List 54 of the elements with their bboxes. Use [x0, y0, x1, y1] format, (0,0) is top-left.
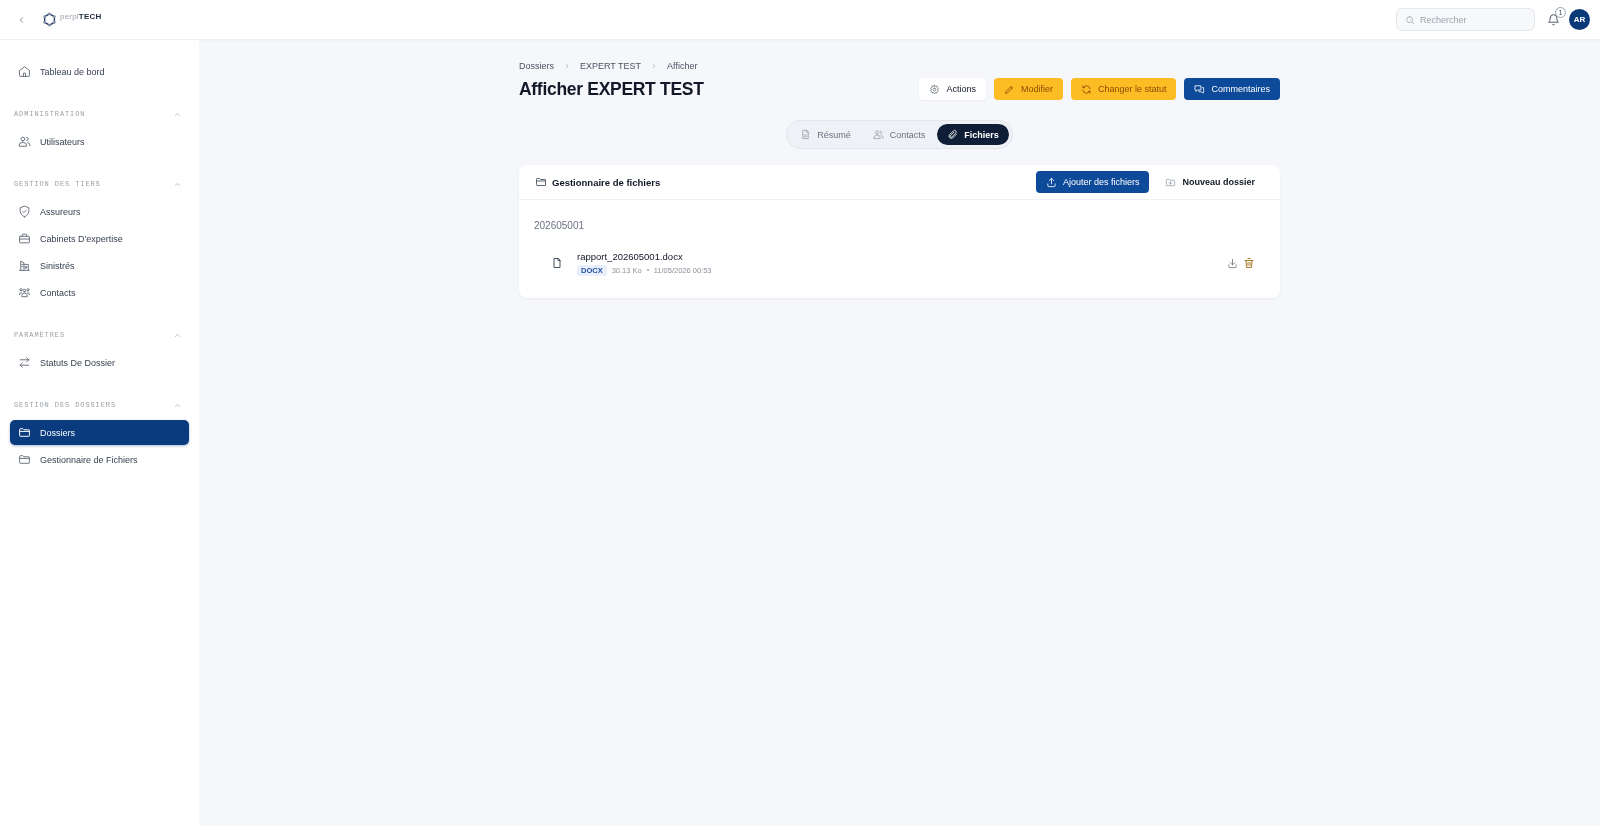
- sidebar-item[interactable]: Utilisateurs: [10, 128, 189, 155]
- sidebar-item[interactable]: Cabinets D'expertise: [10, 225, 189, 252]
- sidebar-item[interactable]: Contacts: [10, 279, 189, 306]
- tab[interactable]: Contacts: [862, 124, 936, 145]
- sidebar-item[interactable]: Gestionnaire de Fichiers: [10, 446, 189, 473]
- house-icon: [18, 65, 31, 78]
- file-manager-button[interactable]: Ajouter des fichiers: [1035, 171, 1150, 193]
- avatar[interactable]: AR: [1569, 9, 1590, 30]
- swap-arrows-icon: [18, 356, 31, 369]
- file-icon: [551, 257, 563, 269]
- refresh-icon: [1080, 83, 1092, 95]
- sidebar-item[interactable]: Assureurs: [10, 198, 189, 225]
- breadcrumb-link[interactable]: EXPERT TEST: [580, 61, 642, 71]
- search-icon: [1405, 14, 1415, 25]
- buildings-icon: [18, 259, 31, 272]
- pencil-icon: [1003, 83, 1015, 95]
- trash-icon[interactable]: [1243, 257, 1255, 269]
- card-title: Gestionnaire de fichiers: [552, 176, 661, 188]
- users-icon: [872, 129, 884, 140]
- people-group-icon: [18, 286, 31, 299]
- tab[interactable]: Résumé: [790, 124, 861, 145]
- users-icon: [18, 135, 31, 148]
- logo-text: perpiTECH: [60, 12, 102, 21]
- action-button[interactable]: Commentaires: [1184, 78, 1280, 100]
- sidebar-item[interactable]: Tableau de bord: [10, 58, 189, 85]
- search-field[interactable]: Rechercher: [1396, 8, 1535, 31]
- sidebar-item[interactable]: Sinistrés: [10, 252, 189, 279]
- folder-icon: [535, 176, 547, 188]
- sidebar-item[interactable]: Statuts De Dossier: [10, 349, 189, 376]
- tab[interactable]: Fichiers: [937, 124, 1009, 145]
- folder-icon: [18, 453, 31, 466]
- sidebar-item[interactable]: Dossiers: [10, 420, 189, 445]
- folder-icon: [18, 426, 31, 439]
- action-button[interactable]: Changer le statut: [1070, 78, 1177, 100]
- briefcase-icon: [18, 232, 31, 245]
- page-title: Afficher EXPERT TEST: [519, 78, 704, 100]
- file-name[interactable]: rapport_202605001.docx: [577, 250, 683, 263]
- action-button[interactable]: Actions: [919, 78, 986, 100]
- upload-icon: [1045, 176, 1057, 188]
- chat-bubbles-icon: [1194, 83, 1206, 95]
- action-button[interactable]: Modifier: [993, 78, 1063, 100]
- file-manager-button[interactable]: Nouveau dossier: [1155, 171, 1265, 193]
- gear-icon: [929, 83, 941, 95]
- download-icon[interactable]: [1227, 257, 1238, 269]
- chevron-right-icon: [563, 62, 571, 70]
- bell-icon[interactable]: [1547, 13, 1560, 26]
- folder-name: 202605001: [534, 220, 585, 232]
- folder-plus-icon: [1165, 176, 1177, 188]
- logo-icon: [42, 12, 57, 27]
- shield-check-icon: [18, 205, 31, 218]
- document-icon: [800, 129, 812, 140]
- breadcrumb-link[interactable]: Dossiers: [519, 61, 554, 71]
- breadcrumb-current: Afficher: [667, 61, 698, 71]
- paperclip-icon: [947, 129, 959, 140]
